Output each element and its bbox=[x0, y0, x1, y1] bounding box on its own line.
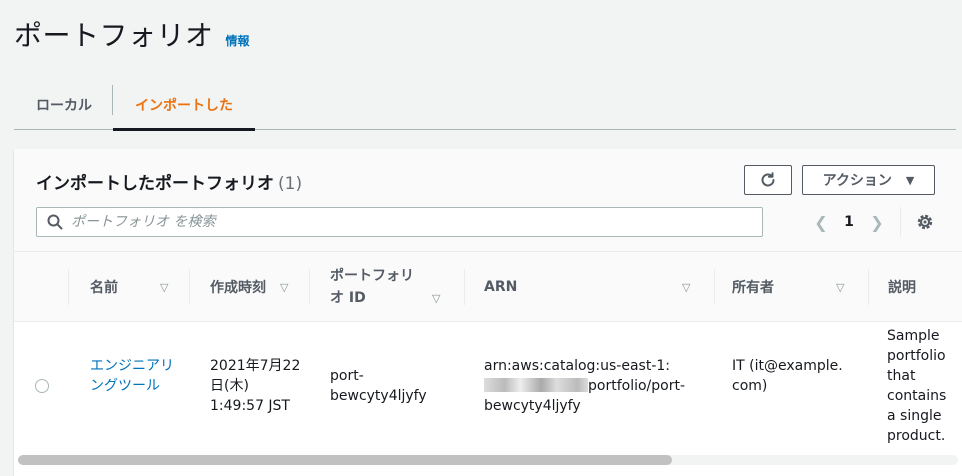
portfolio-id: port-bewcyty4ljyfy bbox=[330, 368, 427, 404]
table-header: 名前 ▽ 作成時刻 ▽ ポートフォリオ ID ▽ ARN ▽ 所有者 ▽ 説明 bbox=[14, 252, 962, 322]
column-header-created[interactable]: 作成時刻 ▽ bbox=[190, 252, 308, 322]
pagination: ❮ 1 ❯ bbox=[810, 209, 888, 235]
search-field[interactable] bbox=[36, 207, 763, 237]
column-header-name[interactable]: 名前 ▽ bbox=[70, 252, 188, 322]
column-divider bbox=[68, 269, 69, 305]
scrollbar-thumb[interactable] bbox=[18, 455, 672, 465]
panel-title: インポートしたポートフォリオ (1) bbox=[36, 169, 302, 194]
column-header-owner[interactable]: 所有者 ▽ bbox=[712, 252, 868, 322]
actions-dropdown-button[interactable]: アクション ▼ bbox=[802, 165, 935, 195]
portfolio-arn: arn:aws:catalog:us-east-1:portfolio/port… bbox=[484, 356, 706, 416]
tab-local[interactable]: ローカル bbox=[14, 80, 112, 130]
arn-prefix: arn:aws:catalog:us-east-1: bbox=[484, 358, 670, 374]
chevron-left-icon[interactable]: ❮ bbox=[810, 213, 832, 232]
portfolio-name-text[interactable]: エンジニアリングツール bbox=[90, 358, 174, 394]
column-header-description[interactable]: 説明 bbox=[868, 252, 962, 322]
panel-title-text: インポートしたポートフォリオ bbox=[36, 174, 274, 194]
search-input[interactable] bbox=[71, 214, 711, 230]
column-label: 作成時刻 bbox=[210, 280, 266, 296]
column-label: 説明 bbox=[888, 280, 916, 296]
tab-imported[interactable]: インポートした bbox=[113, 80, 255, 131]
sort-icon: ▽ bbox=[160, 280, 169, 294]
sort-icon: ▽ bbox=[432, 292, 441, 305]
info-link[interactable]: 情報 bbox=[226, 32, 250, 49]
row-select-radio[interactable] bbox=[35, 379, 49, 393]
search-icon bbox=[47, 214, 63, 230]
refresh-icon bbox=[761, 172, 775, 187]
portfolio-owner: IT (it@example.com) bbox=[732, 358, 843, 394]
actions-label: アクション bbox=[822, 173, 892, 189]
column-header-arn[interactable]: ARN ▽ bbox=[464, 252, 714, 322]
column-label: 所有者 bbox=[732, 280, 774, 296]
horizontal-scrollbar[interactable] bbox=[18, 455, 958, 465]
column-label: ポートフォリオ ID bbox=[330, 268, 414, 306]
column-header-portfolio-id[interactable]: ポートフォリオ ID ▽ bbox=[310, 252, 464, 322]
sort-icon: ▽ bbox=[836, 280, 845, 294]
chevron-right-icon[interactable]: ❯ bbox=[866, 213, 888, 232]
redacted-account-id bbox=[484, 378, 588, 392]
table-row[interactable]: エンジニアリングツール 2021年7月22日(木) 1:49:57 JST po… bbox=[14, 322, 962, 452]
tab-list: ローカル インポートした bbox=[14, 80, 956, 131]
pagination-divider bbox=[900, 207, 901, 237]
portfolio-description: Sample portfolio that contains a single … bbox=[887, 328, 947, 444]
portfolio-count: (1) bbox=[278, 174, 303, 194]
current-page[interactable]: 1 bbox=[832, 214, 866, 230]
page-title: ポートフォリオ bbox=[14, 19, 214, 52]
gear-icon[interactable] bbox=[916, 213, 934, 231]
portfolio-name-link[interactable]: エンジニアリングツール bbox=[90, 356, 174, 396]
refresh-button[interactable] bbox=[744, 165, 792, 195]
column-label: 名前 bbox=[90, 280, 118, 296]
created-time: 2021年7月22日(木) 1:49:57 JST bbox=[210, 358, 301, 414]
sort-icon: ▽ bbox=[280, 280, 289, 294]
panel-header: インポートしたポートフォリオ(1) アクション ▼ ❮ 1 ❯ bbox=[14, 149, 962, 252]
column-label: ARN bbox=[484, 279, 518, 295]
imported-portfolios-panel: インポートしたポートフォリオ(1) アクション ▼ ❮ 1 ❯ bbox=[14, 149, 962, 476]
caret-down-icon: ▼ bbox=[905, 173, 915, 187]
sort-icon: ▽ bbox=[682, 280, 691, 294]
page-header: ポートフォリオ 情報 bbox=[14, 14, 250, 54]
